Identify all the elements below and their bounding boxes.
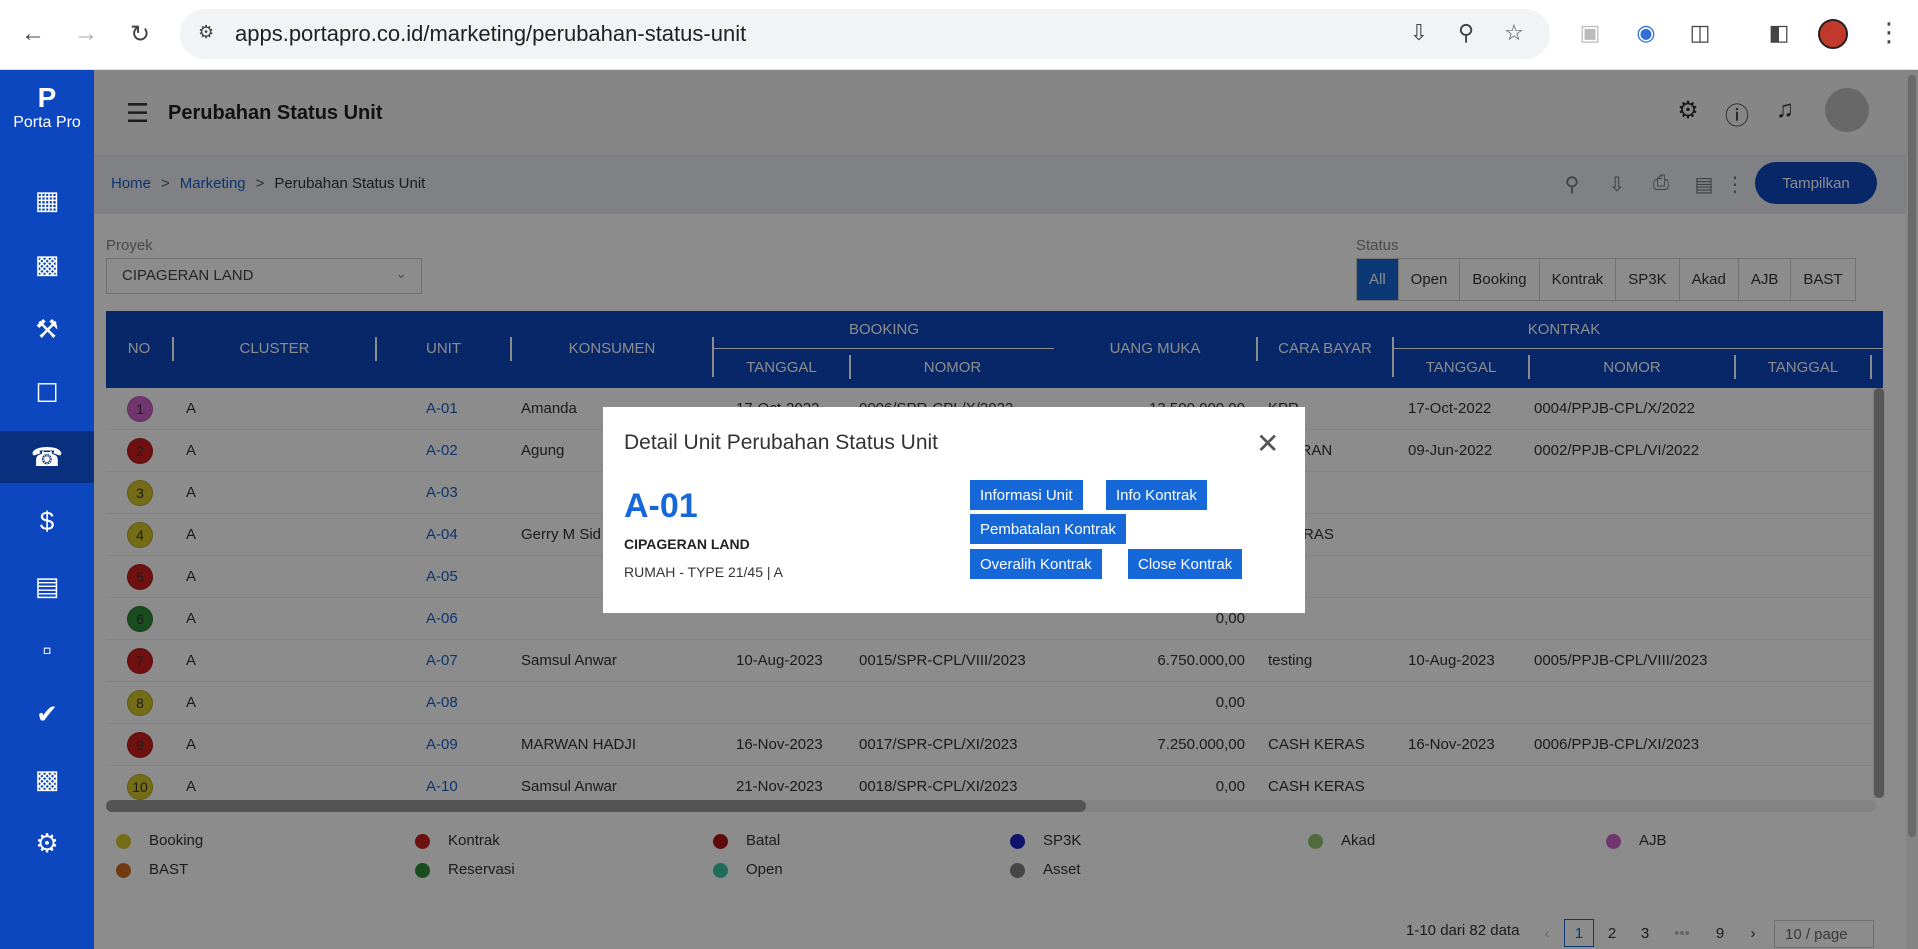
- close-kontrak-button[interactable]: Close Kontrak: [1128, 549, 1243, 579]
- modal-title: Detail Unit Perubahan Status Unit: [624, 431, 939, 454]
- sidebar-item-approval[interactable]: ✔: [0, 688, 94, 740]
- sidebar-item-projects[interactable]: ▩: [0, 238, 94, 290]
- sidebar: P Porta Pro ▦ ▩ ⚒ ☐ ☎ $ ▤ ▫ ✔ ▩ ⚙: [0, 70, 94, 949]
- informasi-unit-button[interactable]: Informasi Unit: [970, 480, 1083, 510]
- pembatalan-kontrak-button[interactable]: Pembatalan Kontrak: [970, 514, 1126, 544]
- modal-unit-code: A-01: [624, 487, 698, 525]
- forward-icon[interactable]: →: [70, 18, 102, 50]
- overalih-kontrak-button[interactable]: Overalih Kontrak: [970, 549, 1102, 579]
- bookmark-star-icon[interactable]: ☆: [1500, 20, 1528, 48]
- logo-text: Porta Pro: [13, 114, 81, 131]
- url-text[interactable]: apps.portapro.co.id/marketing/perubahan-…: [235, 21, 746, 47]
- extension-colorful-icon[interactable]: ◉: [1632, 20, 1660, 48]
- hammer-icon: ⚒: [35, 313, 59, 344]
- sidebar-item-settings[interactable]: ⚙: [0, 817, 94, 869]
- bar-chart-icon: ▩: [34, 763, 60, 794]
- browser-menu-icon[interactable]: ⋮: [1876, 17, 1902, 48]
- sidebar-item-tasks[interactable]: ☐: [0, 367, 94, 419]
- modal-project-name: CIPAGERAN LAND: [624, 536, 750, 552]
- modal-unit-type: RUMAH - TYPE 21/45 | A: [624, 564, 783, 580]
- logo-mark: P: [37, 82, 57, 113]
- dashboard-icon: ▦: [34, 184, 60, 215]
- gears-icon: ⚙: [35, 827, 59, 858]
- sidebar-item-reports[interactable]: ▩: [0, 753, 94, 805]
- detail-unit-modal: Detail Unit Perubahan Status Unit ✕ A-01…: [603, 407, 1305, 613]
- site-settings-icon[interactable]: ⚙: [198, 22, 222, 46]
- back-icon[interactable]: ←: [17, 18, 49, 50]
- invoice-icon: ▤: [34, 570, 60, 601]
- close-icon[interactable]: ✕: [1256, 427, 1279, 460]
- sidebar-item-construction[interactable]: ⚒: [0, 303, 94, 355]
- megaphone-icon: ☎: [30, 441, 64, 472]
- zoom-icon[interactable]: ⚲: [1452, 20, 1480, 48]
- sidebar-item-dashboard[interactable]: ▦: [0, 174, 94, 226]
- extensions-puzzle-icon[interactable]: ◫: [1686, 20, 1714, 48]
- side-panel-icon[interactable]: ◧: [1765, 20, 1793, 48]
- money-chart-icon: $: [39, 505, 55, 536]
- badge-check-icon: ✔: [36, 698, 58, 729]
- install-app-icon[interactable]: ⇩: [1405, 20, 1433, 48]
- info-kontrak-button[interactable]: Info Kontrak: [1106, 480, 1207, 510]
- logo[interactable]: P Porta Pro: [0, 82, 94, 132]
- sidebar-item-payment[interactable]: ▫: [0, 624, 94, 676]
- sidebar-item-billing[interactable]: ▤: [0, 560, 94, 612]
- clipboard-icon: ☐: [35, 377, 59, 408]
- address-bar[interactable]: ⚙ apps.portapro.co.id/marketing/perubaha…: [180, 9, 1550, 59]
- network-icon: ▩: [34, 248, 60, 279]
- sidebar-item-marketing[interactable]: ☎: [0, 431, 94, 483]
- extension-icon[interactable]: ▣: [1576, 20, 1604, 48]
- reload-icon[interactable]: ↻: [124, 18, 156, 50]
- sidebar-item-finance[interactable]: $: [0, 495, 94, 547]
- profile-avatar[interactable]: [1818, 19, 1848, 49]
- wallet-icon: ▫: [42, 634, 52, 665]
- browser-chrome: ← → ↻ ⚙ apps.portapro.co.id/marketing/pe…: [0, 0, 1918, 70]
